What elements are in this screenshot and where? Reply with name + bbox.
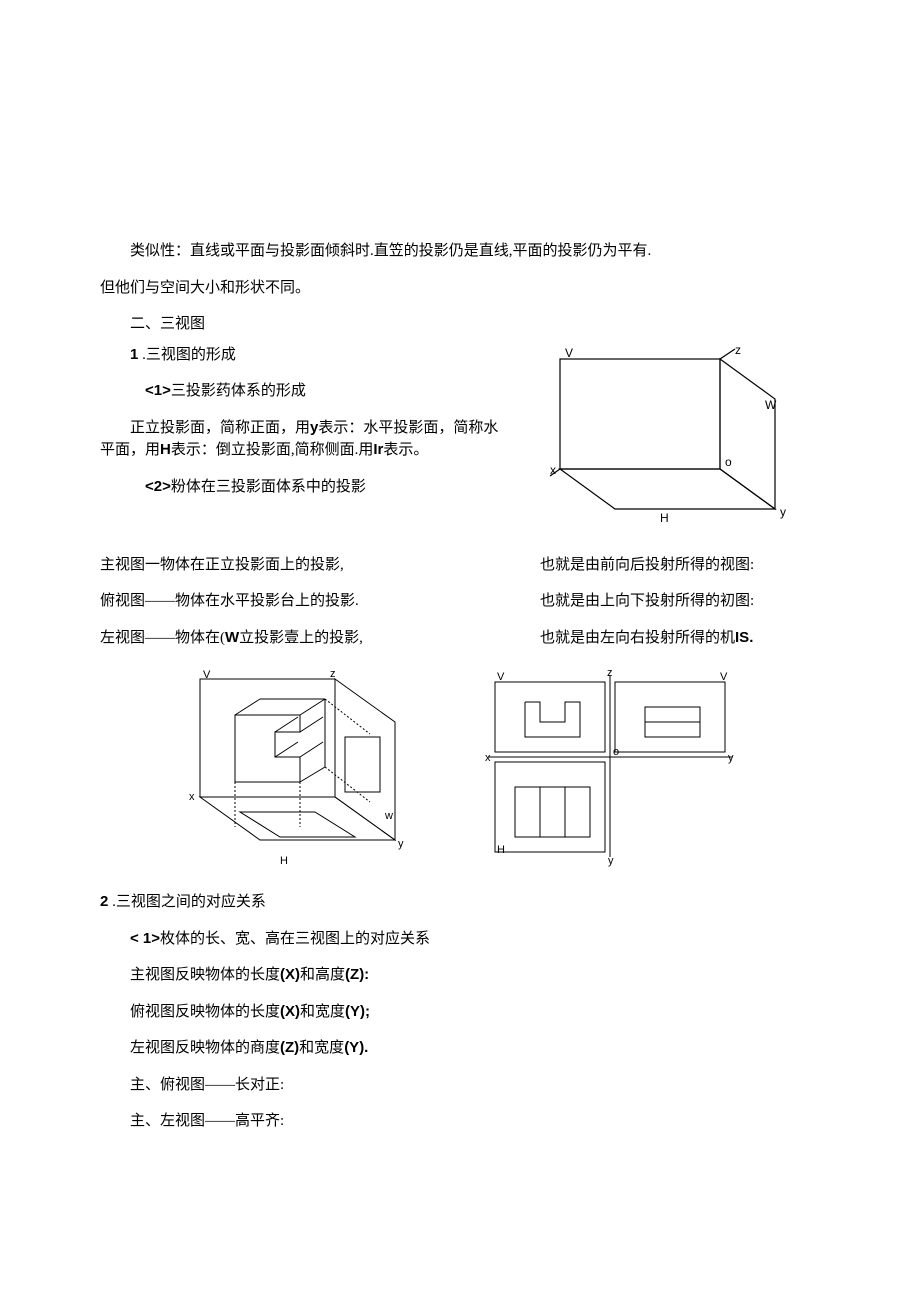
iso-label-Y: y bbox=[398, 838, 404, 850]
planes-Ir: Ir bbox=[373, 441, 383, 458]
tag-1-1: <1> bbox=[145, 382, 171, 399]
proj-top-left: 俯视图——物体在水平投影台上的投影. bbox=[100, 590, 540, 613]
row-section1-and-cube: 1 .三视图的形成 <1>三投影药体系的形成 正立投影面，简称正面，用y表示：水… bbox=[100, 344, 820, 554]
main-ref-1: 主视图反映物体的长度 bbox=[130, 967, 280, 983]
row-proj-main: 主视图一物体在正立投影面上的投影, 也就是由前向后投射所得的视图: bbox=[100, 554, 820, 577]
heading-1-text: .三视图的形成 bbox=[138, 347, 236, 363]
unf-label-Yr: y bbox=[728, 752, 734, 764]
svg-three-plane-cube: V z W x o H y bbox=[540, 344, 800, 554]
label-V: V bbox=[565, 346, 573, 360]
top-ref-1: 俯视图反映物体的长度 bbox=[130, 1004, 280, 1020]
tag-2-1: < 1> bbox=[130, 930, 160, 947]
row-middle-figures: V z w x H y bbox=[100, 667, 820, 867]
para-main-reflects: 主视图反映物体的长度(X)和高度(Z): bbox=[100, 964, 820, 987]
left-ref-Z: (Z) bbox=[280, 1039, 299, 1056]
para-rule-length: 主、俯视图——长对正: bbox=[100, 1074, 820, 1097]
proj-main-left: 主视图一物体在正立投影面上的投影, bbox=[100, 554, 540, 577]
left-ref-Y: (Y). bbox=[344, 1039, 368, 1056]
label-W: W bbox=[765, 398, 777, 412]
proj-left-l-1: 左视图——物体在( bbox=[100, 630, 225, 646]
unf-label-H: H bbox=[497, 844, 505, 856]
iso-label-X: x bbox=[189, 791, 195, 803]
unf-label-X: x bbox=[485, 752, 491, 764]
planes-H: H bbox=[160, 441, 171, 458]
para-similarity: 类似性：直线或平面与投影面倾斜时.直笠的投影仍是直线,平面的投影仍为平有. bbox=[100, 240, 820, 263]
para-three-planes: 正立投影面，简称正面，用y表示：水平投影面，简称水平面，用H表示：倒立投影面,简… bbox=[100, 417, 510, 462]
proj-left-right: 也就是由左向右投射所得的机IS. bbox=[540, 627, 820, 650]
left-ref-1: 左视图反映物体的商度 bbox=[130, 1040, 280, 1056]
proj-left-l-2: 立投影壹上的投影, bbox=[239, 630, 363, 646]
para-left-reflects: 左视图反映物体的商度(Z)和宽度(Y). bbox=[100, 1037, 820, 1060]
tag-1-2: <2> bbox=[145, 478, 171, 495]
proj-top-right: 也就是由上向下投射所得的初图: bbox=[540, 590, 820, 613]
heading-1-2: <2>粉体在三投影面体系中的投影 bbox=[100, 476, 510, 499]
heading-2-1: < 1>枚体的长、宽、高在三视图上的对应关系 bbox=[100, 928, 820, 951]
heading-1-1-text: 三投影药体系的形成 bbox=[171, 383, 306, 399]
row-proj-left: 左视图——物体在(W立投影壹上的投影, 也就是由左向右投射所得的机IS. bbox=[100, 627, 820, 650]
iso-label-H: H bbox=[280, 855, 288, 867]
unf-label-Z: z bbox=[607, 667, 613, 679]
proj-left-r-1: 也就是由左向右投射所得的机 bbox=[540, 630, 735, 646]
iso-label-V: V bbox=[203, 669, 211, 681]
label-H: H bbox=[660, 511, 669, 525]
planes-seg-1: 正立投影面，简称正面，用 bbox=[130, 420, 310, 436]
col-text-formation: 1 .三视图的形成 <1>三投影药体系的形成 正立投影面，简称正面，用y表示：水… bbox=[100, 344, 510, 513]
svg-unfolded-views: V z V x o y H y bbox=[480, 667, 740, 867]
iso-label-Z: z bbox=[330, 668, 336, 680]
top-ref-Y: (Y); bbox=[345, 1003, 370, 1020]
heading-2-correspondence: 2 .三视图之间的对应关系 bbox=[100, 891, 820, 914]
planes-seg-3: 表示：倒立投影面,简称侧面.用 bbox=[171, 442, 374, 458]
left-ref-2: 和宽度 bbox=[299, 1040, 344, 1056]
proj-left-left: 左视图——物体在(W立投影壹上的投影, bbox=[100, 627, 540, 650]
label-X: x bbox=[550, 463, 556, 477]
figure-cube-planes: V z W x o H y bbox=[540, 344, 820, 554]
unf-label-O: o bbox=[613, 746, 619, 758]
heading-1-1: <1>三投影药体系的形成 bbox=[100, 380, 510, 403]
heading-2-1-text: 枚体的长、宽、高在三视图上的对应关系 bbox=[160, 931, 430, 947]
label-Y: y bbox=[780, 505, 786, 519]
unf-label-V2: V bbox=[720, 671, 728, 683]
row-proj-top: 俯视图——物体在水平投影台上的投影. 也就是由上向下投射所得的初图: bbox=[100, 590, 820, 613]
unf-label-V1: V bbox=[497, 671, 505, 683]
heading-2-text: .三视图之间的对应关系 bbox=[108, 894, 266, 910]
main-ref-X: (X) bbox=[280, 966, 300, 983]
para-top-reflects: 俯视图反映物体的长度(X)和宽度(Y); bbox=[100, 1001, 820, 1024]
heading-1-formation: 1 .三视图的形成 bbox=[100, 344, 510, 367]
iso-label-W: w bbox=[384, 810, 393, 822]
planes-seg-4: 表示。 bbox=[383, 442, 428, 458]
top-ref-2: 和宽度 bbox=[300, 1004, 345, 1020]
heading-1-2-text: 粉体在三投影面体系中的投影 bbox=[171, 479, 366, 495]
proj-main-right: 也就是由前向后投射所得的视图: bbox=[540, 554, 820, 577]
top-ref-X: (X) bbox=[280, 1003, 300, 1020]
heading-section-2: 二、三视图 bbox=[100, 313, 820, 336]
main-ref-2: 和高度 bbox=[300, 967, 345, 983]
label-O: o bbox=[725, 455, 732, 469]
para-differ: 但他们与空间大小和形状不同。 bbox=[100, 277, 820, 300]
proj-left-W: W bbox=[225, 629, 239, 646]
label-Z: z bbox=[735, 344, 741, 357]
para-rule-height: 主、左视图——高平齐: bbox=[100, 1110, 820, 1133]
unf-label-Yb: y bbox=[608, 855, 614, 867]
proj-left-IS: IS. bbox=[735, 629, 753, 646]
svg-iso-projection: V z w x H y bbox=[180, 667, 420, 867]
main-ref-Z: (Z): bbox=[345, 966, 369, 983]
